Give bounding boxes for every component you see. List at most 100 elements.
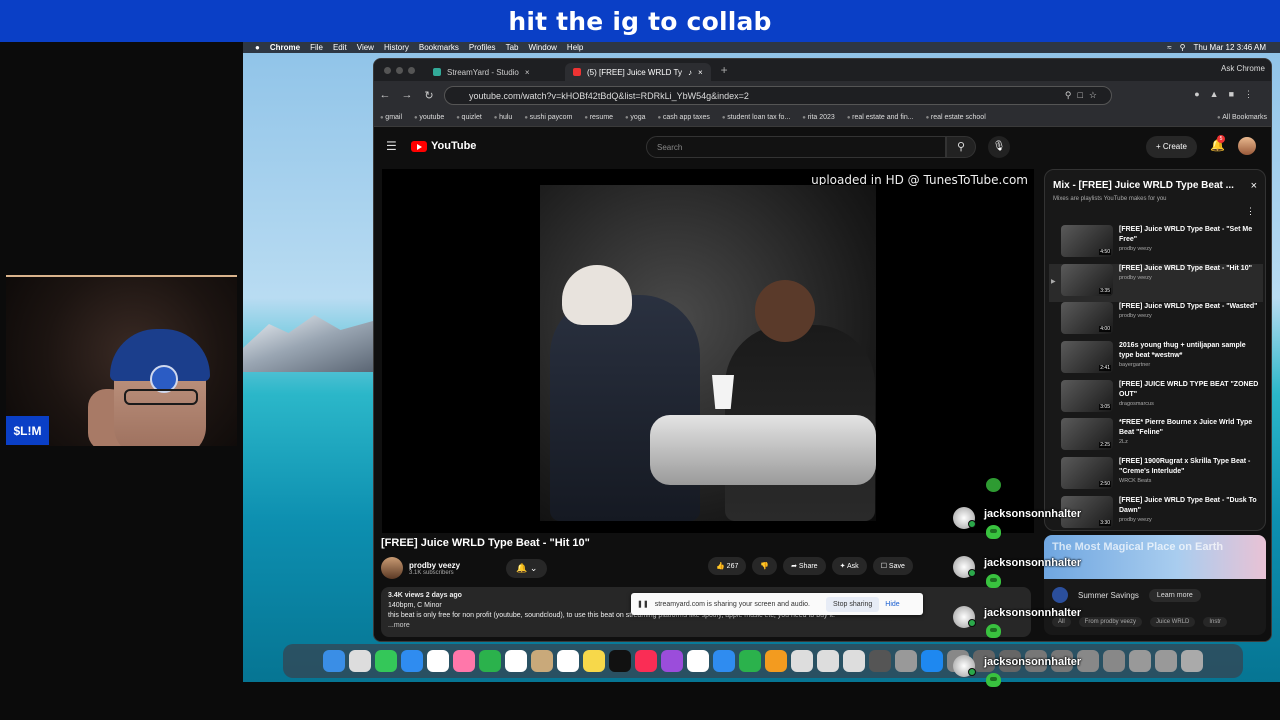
menu-app-name[interactable]: Chrome	[270, 43, 300, 52]
search-input[interactable]: Search	[646, 136, 946, 158]
list-item[interactable]: 2:25 *FREE* Pierre Bourne x Juice Wrld Ty…	[1049, 418, 1263, 457]
reminders-icon[interactable]	[557, 650, 579, 672]
ask-button[interactable]: ✦ Ask	[831, 557, 867, 575]
music-icon[interactable]	[635, 650, 657, 672]
contacts-icon[interactable]	[531, 650, 553, 672]
all-bookmarks[interactable]: All Bookmarks	[1217, 114, 1267, 121]
bookmark-resume[interactable]: resume	[584, 114, 613, 121]
app-icon[interactable]	[1103, 650, 1125, 672]
bookmark-loan[interactable]: student loan tax fo...	[722, 114, 790, 121]
tab-youtube[interactable]: (5) [FREE] Juice WRLD Ty ♪ ×	[565, 63, 711, 81]
menu-window[interactable]: Window	[528, 43, 556, 52]
chrome-icon[interactable]	[427, 650, 449, 672]
save-button[interactable]: ☐ Save	[872, 557, 913, 575]
photos-icon[interactable]	[453, 650, 475, 672]
bookmark-sushi[interactable]: sushi paycom	[524, 114, 573, 121]
create-button[interactable]: + Create	[1146, 136, 1197, 158]
list-item[interactable]: 4:50 [FREE] Juice WRLD Type Beat - "Set M…	[1049, 225, 1263, 264]
notes-icon[interactable]	[583, 650, 605, 672]
channel-name[interactable]: prodby veezy	[409, 561, 460, 570]
quicktime-icon[interactable]	[869, 650, 891, 672]
chip-juice-wrld[interactable]: Juice WRLD	[1150, 617, 1196, 627]
app-icon[interactable]	[1129, 650, 1151, 672]
bookmark-realestate-fin[interactable]: real estate and fin...	[847, 114, 913, 121]
list-item-current[interactable]: ▶ 3:35 [FREE] Juice WRLD Type Beat - "Hit …	[1049, 263, 1263, 303]
tv-icon[interactable]	[609, 650, 631, 672]
apple-menu-icon[interactable]: ●	[255, 43, 260, 52]
calendar-icon[interactable]	[505, 650, 527, 672]
avatar[interactable]	[1238, 137, 1256, 155]
numbers-icon[interactable]	[739, 650, 761, 672]
menu-profiles[interactable]: Profiles	[469, 43, 496, 52]
news-icon[interactable]	[687, 650, 709, 672]
menu-file[interactable]: File	[310, 43, 323, 52]
stop-sharing-button[interactable]: Stop sharing	[825, 596, 880, 612]
ask-chrome-button[interactable]: Ask Chrome	[1221, 64, 1265, 73]
messages-icon[interactable]	[375, 650, 397, 672]
show-more[interactable]: ...more	[388, 621, 1024, 631]
notifications-icon[interactable]: 🔔 5	[1210, 135, 1225, 152]
mail-icon[interactable]	[401, 650, 423, 672]
menu-icon[interactable]: ☰	[386, 139, 397, 153]
channel-avatar[interactable]	[381, 557, 403, 579]
like-button[interactable]: 👍 267	[708, 557, 747, 575]
menu-tab[interactable]: Tab	[506, 43, 519, 52]
extension-icons[interactable]: ●▲■⋮	[1194, 89, 1263, 100]
menu-view[interactable]: View	[357, 43, 374, 52]
list-item[interactable]: 2:41 2016s young thug + untiljapan sample…	[1049, 341, 1263, 380]
minimize-dot[interactable]	[396, 66, 403, 74]
close-icon[interactable]: ×	[698, 68, 703, 77]
share-button[interactable]: ➦ Share	[783, 557, 826, 575]
keynote-icon[interactable]	[713, 650, 735, 672]
app-icon[interactable]	[843, 650, 865, 672]
menu-help[interactable]: Help	[567, 43, 583, 52]
bookmark-gmail[interactable]: gmail	[380, 114, 402, 121]
forward-icon[interactable]: →	[396, 89, 418, 101]
bookmark-hulu[interactable]: hulu	[494, 114, 512, 121]
search-button[interactable]: ⚲	[946, 136, 976, 158]
trash-icon[interactable]	[1181, 650, 1203, 672]
pages-icon[interactable]	[765, 650, 787, 672]
clock[interactable]: Thu Mar 12 3:46 AM	[1194, 43, 1266, 52]
bookmark-youtube[interactable]: youtube	[414, 114, 444, 121]
back-icon[interactable]: ←	[374, 89, 396, 101]
app-icon[interactable]	[1155, 650, 1177, 672]
omnibox-icons[interactable]: ⚲□☆	[1065, 90, 1103, 101]
app-store-icon[interactable]	[921, 650, 943, 672]
finder-icon[interactable]	[323, 650, 345, 672]
facetime-icon[interactable]	[479, 650, 501, 672]
new-tab-icon[interactable]: +	[711, 63, 738, 77]
search-icon[interactable]: ⚲	[1180, 43, 1186, 52]
close-icon[interactable]: ×	[525, 68, 530, 77]
list-item[interactable]: 2:50 [FREE] 1900Rugrat x Skrilla Type Bea…	[1049, 457, 1263, 496]
video-player[interactable]: uploaded in HD @ TunesToTube.com	[382, 169, 1034, 533]
launchpad-icon[interactable]	[349, 650, 371, 672]
app-icon[interactable]	[817, 650, 839, 672]
subscribed-bell-button[interactable]: 🔔 ⌄	[506, 558, 548, 578]
dislike-button[interactable]: 👎	[752, 557, 778, 575]
bookmark-realestate-school[interactable]: real estate school	[926, 114, 986, 121]
url-text[interactable]: youtube.com/watch?v=kHOBf42tBdQ&list=RDR…	[469, 91, 749, 101]
preview-icon[interactable]	[895, 650, 917, 672]
youtube-logo[interactable]: YouTube	[411, 140, 476, 152]
close-icon[interactable]: ×	[1251, 180, 1257, 192]
close-dot[interactable]	[384, 66, 391, 74]
reload-icon[interactable]: ↻	[418, 89, 440, 102]
zoom-dot[interactable]	[408, 66, 415, 74]
menu-bookmarks[interactable]: Bookmarks	[419, 43, 459, 52]
hide-button[interactable]: Hide	[885, 601, 899, 608]
list-item[interactable]: 4:00 [FREE] Juice WRLD Type Beat - "Waste…	[1049, 302, 1263, 341]
speaker-icon[interactable]: ♪	[688, 68, 692, 77]
bookmark-cashapp[interactable]: cash app taxes	[658, 114, 710, 121]
learn-more-button[interactable]: Learn more	[1148, 588, 1201, 602]
menu-history[interactable]: History	[384, 43, 409, 52]
bookmark-quizlet[interactable]: quizlet	[456, 114, 482, 121]
list-item[interactable]: 3:05 [FREE] JUICE WRLD TYPE BEAT "ZONED O…	[1049, 379, 1263, 419]
tab-streamyard[interactable]: StreamYard - Studio ×	[425, 63, 565, 81]
more-icon[interactable]: ⋮	[1246, 206, 1255, 217]
podcasts-icon[interactable]	[661, 650, 683, 672]
menu-edit[interactable]: Edit	[333, 43, 347, 52]
chip-instr[interactable]: Instr	[1203, 617, 1228, 627]
wifi-icon[interactable]: ≈	[1167, 43, 1171, 52]
bookmark-yoga[interactable]: yoga	[625, 114, 645, 121]
